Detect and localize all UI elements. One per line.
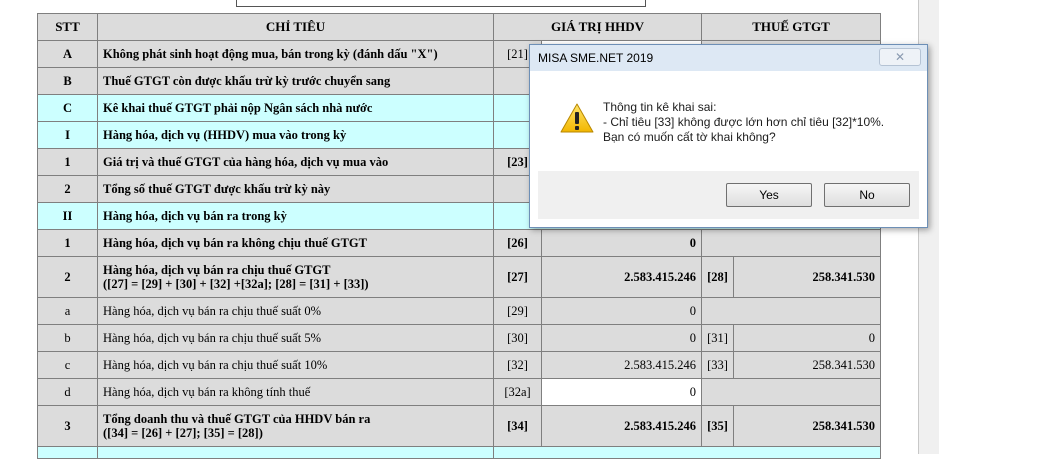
dialog-body: Thông tin kê khai sai: - Chỉ tiêu [33] k…	[538, 73, 919, 169]
value-28: 258.341.530	[733, 256, 882, 298]
value-27: 2.583.415.246	[540, 256, 703, 298]
value-35: 258.341.530	[733, 405, 882, 447]
yes-button[interactable]: Yes	[726, 183, 812, 207]
table-row: d Hàng hóa, dịch vụ bán ra không tính th…	[37, 378, 882, 406]
table-row: 3 Tổng doanh thu và thuế GTGT của HHDV b…	[37, 405, 882, 447]
header-gia-tri: GIÁ TRỊ HHDV	[492, 13, 703, 41]
table-row: b Hàng hóa, dịch vụ bán ra chịu thuế suấ…	[37, 324, 882, 352]
value-29: 0	[540, 297, 703, 325]
dialog-button-bar: Yes No	[538, 171, 919, 219]
value-32a-input[interactable]: 0	[540, 378, 703, 406]
table-row: a Hàng hóa, dịch vụ bán ra chịu thuế suấ…	[37, 297, 882, 325]
value-32: 2.583.415.246	[540, 351, 703, 379]
dialog-title: MISA SME.NET 2019	[538, 51, 654, 65]
warning-icon	[560, 103, 594, 133]
value-30: 0	[540, 324, 703, 352]
table-row: c Hàng hóa, dịch vụ bán ra chịu thuế suấ…	[37, 351, 882, 379]
close-icon[interactable]: ✕	[879, 48, 921, 66]
no-button[interactable]: No	[824, 183, 910, 207]
value-34: 2.583.415.246	[540, 405, 703, 447]
value-33: 258.341.530	[733, 351, 882, 379]
table-row: 2 Hàng hóa, dịch vụ bán ra chịu thuế GTG…	[37, 256, 882, 298]
header-chi-tieu: CHỈ TIÊU	[97, 13, 494, 41]
warning-dialog: MISA SME.NET 2019 ✕ Thông tin kê khai sa…	[529, 44, 928, 228]
value-26: 0	[540, 229, 703, 257]
top-input-fragment[interactable]	[236, 0, 646, 7]
table-header-row: STT CHỈ TIÊU GIÁ TRỊ HHDV THUẾ GTGT	[37, 13, 882, 41]
header-thue: THUẾ GTGT	[701, 13, 882, 41]
header-stt: STT	[37, 13, 98, 41]
value-31: 0	[733, 324, 882, 352]
dialog-message: Thông tin kê khai sai: - Chỉ tiêu [33] k…	[603, 100, 885, 144]
table-row: 1 Hàng hóa, dịch vụ bán ra không chịu th…	[37, 229, 882, 257]
table-row	[37, 446, 882, 459]
dialog-title-bar: MISA SME.NET 2019 ✕	[530, 45, 927, 71]
top-fragment	[0, 0, 1058, 12]
